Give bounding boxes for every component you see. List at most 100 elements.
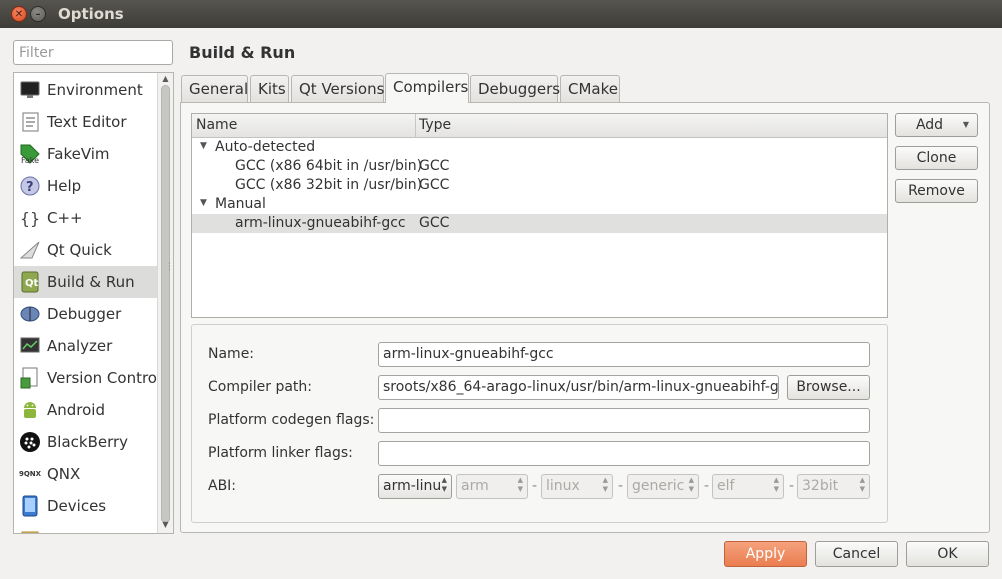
- tree-row-compiler[interactable]: GCC (x86 32bit in /usr/bin) GCC: [192, 176, 887, 195]
- abi-os-selector: linux ▲ ▼: [541, 474, 613, 499]
- category-item-android[interactable]: Android: [14, 394, 157, 426]
- abi-architecture-selector: arm ▲ ▼: [456, 474, 528, 499]
- remove-button[interactable]: Remove: [895, 179, 978, 203]
- splitter-handle[interactable]: ⋮: [165, 262, 174, 272]
- column-header-name[interactable]: Name: [196, 117, 237, 133]
- abi-wordwidth-selector: 32bit ▲ ▼: [797, 474, 870, 499]
- abi-separator: -: [618, 478, 624, 494]
- compiler-path-field[interactable]: sroots/x86_64-arago-linux/usr/bin/arm-li…: [378, 375, 779, 400]
- abi-flavor-selector: generic ▲ ▼: [627, 474, 699, 499]
- tab-qt-versions[interactable]: Qt Versions: [291, 75, 384, 102]
- close-window-button[interactable]: ✕: [11, 6, 27, 22]
- abi-flavor-value: generic: [632, 478, 685, 494]
- expand-triangle-icon[interactable]: ▼: [200, 198, 207, 208]
- window-title: Options: [58, 5, 124, 23]
- category-list: Environment Text Editor Fake FakeVim ? H…: [13, 72, 174, 534]
- abi-wordwidth-value: 32bit: [802, 478, 839, 494]
- blackberry-icon: [19, 431, 41, 453]
- category-item-help[interactable]: ? Help: [14, 170, 157, 202]
- dropdown-arrow-icon: ▼: [962, 120, 969, 129]
- updown-arrows-icon: ▲ ▼: [602, 476, 608, 493]
- category-label: Analyzer: [47, 337, 113, 355]
- category-item-fakevim[interactable]: Fake FakeVim: [14, 138, 157, 170]
- category-label: Text Editor: [47, 113, 127, 131]
- category-item-partial: [14, 522, 157, 533]
- category-item-environment[interactable]: Environment: [14, 74, 157, 106]
- abi-separator: -: [704, 478, 710, 494]
- fakevim-icon: Fake: [19, 143, 41, 165]
- filter-input[interactable]: [13, 40, 173, 65]
- compiler-path-label: Compiler path:: [208, 379, 313, 395]
- updown-arrows-icon: ▲ ▼: [517, 476, 523, 493]
- abi-separator: -: [789, 478, 795, 494]
- tab-cmake[interactable]: CMake: [560, 75, 620, 102]
- android-icon: [19, 399, 41, 421]
- tree-group-manual[interactable]: ▼ Manual: [192, 195, 887, 214]
- category-item-version-control[interactable]: Version Control: [14, 362, 161, 394]
- compiler-name: arm-linux-gnueabihf-gcc: [235, 215, 406, 231]
- tab-kits[interactable]: Kits: [250, 75, 289, 102]
- category-item-analyzer[interactable]: Analyzer: [14, 330, 157, 362]
- category-label: Build & Run: [47, 273, 135, 291]
- category-label: C++: [47, 209, 83, 227]
- folder-icon: [19, 527, 41, 533]
- abi-os-value: linux: [546, 478, 580, 494]
- category-item-qnx[interactable]: 9QNX QNX: [14, 458, 157, 490]
- column-header-type[interactable]: Type: [419, 117, 451, 133]
- svg-text:Fake: Fake: [21, 156, 39, 165]
- column-separator: [415, 114, 416, 138]
- name-field[interactable]: arm-linux-gnueabihf-gcc: [378, 342, 870, 367]
- category-label: Debugger: [47, 305, 122, 323]
- browse-button[interactable]: Browse...: [787, 375, 870, 400]
- compiler-type: GCC: [419, 215, 450, 231]
- apply-button[interactable]: Apply: [724, 541, 807, 567]
- tree-group-auto-detected[interactable]: ▼ Auto-detected: [192, 138, 887, 157]
- add-button[interactable]: Add ▼: [895, 113, 978, 137]
- category-item-qt-quick[interactable]: Qt Quick: [14, 234, 157, 266]
- category-item-cpp[interactable]: {} C++: [14, 202, 157, 234]
- category-label: Android: [47, 401, 105, 419]
- expand-triangle-icon[interactable]: ▼: [200, 141, 207, 151]
- abi-value: arm-linu: [383, 478, 442, 494]
- category-item-build-run[interactable]: Qt Build & Run: [14, 266, 157, 298]
- category-label: FakeVim: [47, 145, 110, 163]
- category-scrollbar[interactable]: ▲ ▼: [157, 73, 173, 533]
- compiler-type: GCC: [419, 158, 450, 174]
- scrollbar-thumb[interactable]: [161, 85, 170, 523]
- svg-text:Qt: Qt: [25, 278, 39, 289]
- tab-general[interactable]: General: [181, 75, 248, 102]
- page-heading: Build & Run: [189, 43, 296, 62]
- monitor-icon: [19, 79, 41, 101]
- category-item-devices[interactable]: Devices: [14, 490, 157, 522]
- tab-compilers[interactable]: Compilers: [385, 73, 469, 103]
- platform-codegen-flags-field[interactable]: [378, 408, 870, 433]
- category-label: QNX: [47, 465, 81, 483]
- cancel-button[interactable]: Cancel: [815, 541, 898, 567]
- analyzer-icon: [19, 335, 41, 357]
- abi-selector[interactable]: arm-linu ▲ ▼: [378, 474, 452, 499]
- tree-row-compiler-selected[interactable]: arm-linux-gnueabihf-gcc GCC: [192, 214, 887, 233]
- minimize-window-button[interactable]: –: [30, 6, 46, 22]
- compiler-type: GCC: [419, 177, 450, 193]
- tab-debuggers[interactable]: Debuggers: [470, 75, 560, 102]
- platform-linker-flags-label: Platform linker flags:: [208, 445, 353, 461]
- compiler-name: GCC (x86 64bit in /usr/bin): [235, 158, 423, 174]
- tree-row-compiler[interactable]: GCC (x86 64bit in /usr/bin) GCC: [192, 157, 887, 176]
- group-label: Manual: [215, 196, 266, 212]
- svg-text:?: ?: [26, 180, 34, 195]
- category-label: Environment: [47, 81, 143, 99]
- clone-button[interactable]: Clone: [895, 146, 978, 170]
- category-item-blackberry[interactable]: BlackBerry: [14, 426, 157, 458]
- category-item-debugger[interactable]: Debugger: [14, 298, 157, 330]
- ok-button[interactable]: OK: [906, 541, 989, 567]
- category-label: Help: [47, 177, 82, 195]
- category-item-text-editor[interactable]: Text Editor: [14, 106, 157, 138]
- tree-header: Name Type: [192, 114, 887, 138]
- scroll-down-arrow-icon[interactable]: ▼: [158, 520, 173, 532]
- title-bar: ✕ – Options: [0, 0, 1002, 28]
- platform-codegen-flags-label: Platform codegen flags:: [208, 412, 375, 428]
- updown-arrows-icon: ▲ ▼: [688, 476, 694, 493]
- text-editor-icon: [19, 111, 41, 133]
- abi-label: ABI:: [208, 478, 237, 494]
- platform-linker-flags-field[interactable]: [378, 441, 870, 466]
